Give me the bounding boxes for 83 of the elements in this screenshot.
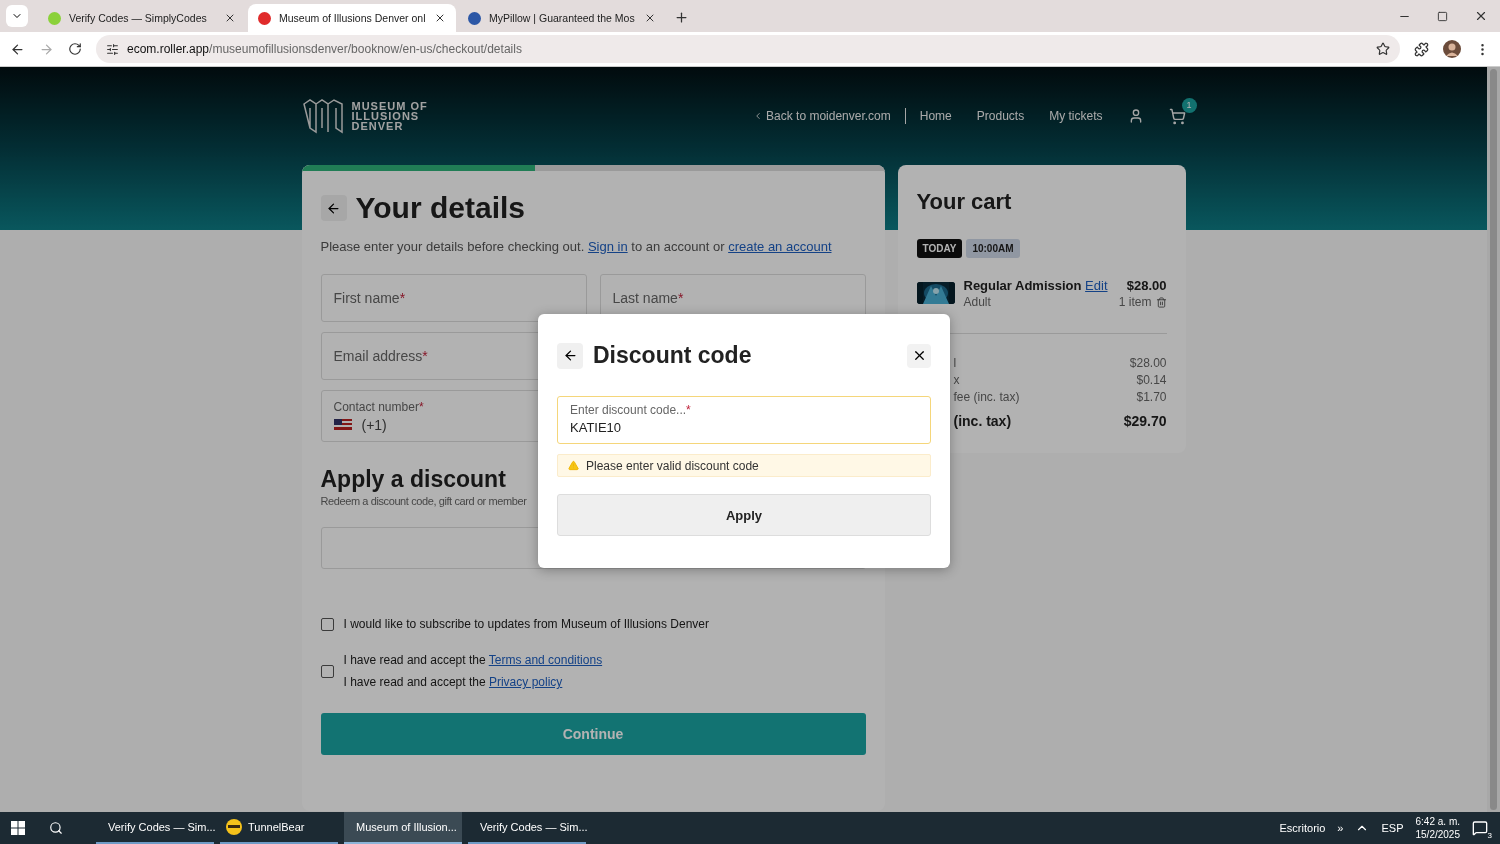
windows-start-icon[interactable] xyxy=(11,821,25,835)
reload-icon[interactable] xyxy=(68,42,82,56)
clock[interactable]: 6:42 a. m. 15/2/2025 xyxy=(1415,815,1460,841)
taskbar-app[interactable]: Verify Codes — Sim... xyxy=(96,812,214,844)
policy-link[interactable]: Privacy policy xyxy=(488,675,563,689)
summary-label: fee (inc. tax) xyxy=(953,390,1020,404)
browser-tab[interactable]: Verify Codes — SimplyCodes xyxy=(38,4,246,32)
site-favicon-icon xyxy=(48,11,61,25)
site-favicon-icon xyxy=(258,11,271,25)
page-title: Your details xyxy=(355,191,525,225)
back-button[interactable] xyxy=(320,195,347,221)
summary-label: x xyxy=(953,373,960,387)
extensions-icon[interactable] xyxy=(1414,41,1429,57)
site-favicon-icon xyxy=(468,11,481,25)
section-title: Apply a discount xyxy=(320,466,506,493)
restore-icon[interactable] xyxy=(1437,10,1448,22)
language-indicator[interactable]: ESP xyxy=(1381,822,1404,834)
checkbox[interactable] xyxy=(320,664,334,678)
consent-text: I would like to subscribe to updates from Museum of Illusions Denver xyxy=(343,617,709,631)
notification-count: 3 xyxy=(1487,831,1492,840)
field-value: KATIE10 xyxy=(570,420,623,435)
taskbar-app[interactable]: TunnelBear xyxy=(220,812,338,844)
new-tab-icon[interactable] xyxy=(674,10,689,25)
checkbox[interactable] xyxy=(320,617,334,631)
sign-in-link[interactable]: Sign in xyxy=(587,239,628,254)
tab-title: Museum of Illusions Denver onl xyxy=(279,12,426,24)
summary-label: (inc. tax) xyxy=(953,413,1012,429)
back-link[interactable]: Back to moidenver.com xyxy=(766,109,891,123)
date-tag: TODAY xyxy=(916,239,963,258)
time-tag: 10:00AM xyxy=(966,239,1020,258)
site-settings-icon[interactable] xyxy=(106,42,119,56)
summary-value: $29.70 xyxy=(1123,413,1167,429)
url-text: ecom.roller.app/museumofillusionsdenver/booknow/en-us/checkout/details xyxy=(127,42,522,56)
consent-text: I have read and accept the Privacy policy xyxy=(343,675,564,689)
notifications-icon[interactable] xyxy=(1472,820,1488,836)
desktop-label[interactable]: Escritorio xyxy=(1279,822,1326,834)
warning-icon xyxy=(568,460,579,471)
cart-count-badge: 1 xyxy=(1181,97,1197,113)
profile-avatar[interactable] xyxy=(1443,40,1461,58)
taskbar-app[interactable]: Museum of Illusion... xyxy=(344,812,462,844)
summary-value: $28.00 xyxy=(1129,356,1167,370)
intro-text: Please enter your details before checking out. Sign in to an account or create an account xyxy=(320,239,833,254)
tab-list-button[interactable] xyxy=(6,5,28,27)
item-name: Regular Admission Edit xyxy=(963,278,1109,293)
browser-tab[interactable]: MyPillow | Guaranteed the Mos xyxy=(458,4,666,32)
nav-link[interactable]: Home xyxy=(919,109,952,123)
consent-text: I have read and accept the Terms and conditions xyxy=(343,653,603,667)
back-button[interactable] xyxy=(557,342,583,369)
policy-link[interactable]: Terms and conditions xyxy=(488,653,603,667)
more-chevron[interactable]: » xyxy=(1337,822,1344,834)
item-variant: Adult xyxy=(963,295,992,309)
close-icon[interactable] xyxy=(1474,9,1488,23)
tab-title: Verify Codes — SimplyCodes xyxy=(69,12,208,24)
dialog-title: Discount code xyxy=(593,342,752,369)
warning-text: Please enter valid discount code xyxy=(586,458,759,473)
item-quantity: 1 item xyxy=(1118,295,1152,309)
browser-tab[interactable]: Museum of Illusions Denver onl xyxy=(248,4,456,32)
nav-link[interactable]: Products xyxy=(976,109,1025,123)
taskbar-app[interactable]: Verify Codes — Sim... xyxy=(468,812,586,844)
museum-logo-text: MUSEUM OF ILLUSIONS DENVER xyxy=(351,101,428,131)
address-bar[interactable]: ecom.roller.app/museumofillusionsdenver/booknow/en-us/checkout/details xyxy=(96,35,1400,63)
museum-logo-icon xyxy=(301,98,344,134)
bear-icon xyxy=(226,819,242,835)
trash-icon[interactable] xyxy=(1155,296,1167,308)
cart-title: Your cart xyxy=(916,189,1013,215)
apply-button[interactable]: Apply xyxy=(557,494,931,536)
nav-link[interactable]: My tickets xyxy=(1049,109,1103,123)
close-button[interactable] xyxy=(907,343,931,368)
discount-code-field[interactable]: Enter discount code...* KATIE10 xyxy=(557,396,931,444)
section-subtitle: Redeem a discount code, gift card or member xyxy=(320,495,527,507)
close-tab-icon[interactable] xyxy=(224,12,236,24)
create-account-link[interactable]: create an account xyxy=(728,239,832,254)
summary-label: l xyxy=(953,356,957,370)
flag-icon[interactable] xyxy=(333,419,352,430)
summary-value: $0.14 xyxy=(1136,373,1167,387)
close-tab-icon[interactable] xyxy=(434,12,446,24)
summary-value: $1.70 xyxy=(1136,390,1167,404)
close-tab-icon[interactable] xyxy=(644,12,656,24)
tab-title: MyPillow | Guaranteed the Mos xyxy=(489,12,636,24)
bookmark-star-icon[interactable] xyxy=(1376,42,1390,56)
item-price: $28.00 xyxy=(1125,278,1167,293)
cart-icon[interactable] xyxy=(1168,107,1186,125)
edit-link[interactable]: Edit xyxy=(1085,278,1108,293)
